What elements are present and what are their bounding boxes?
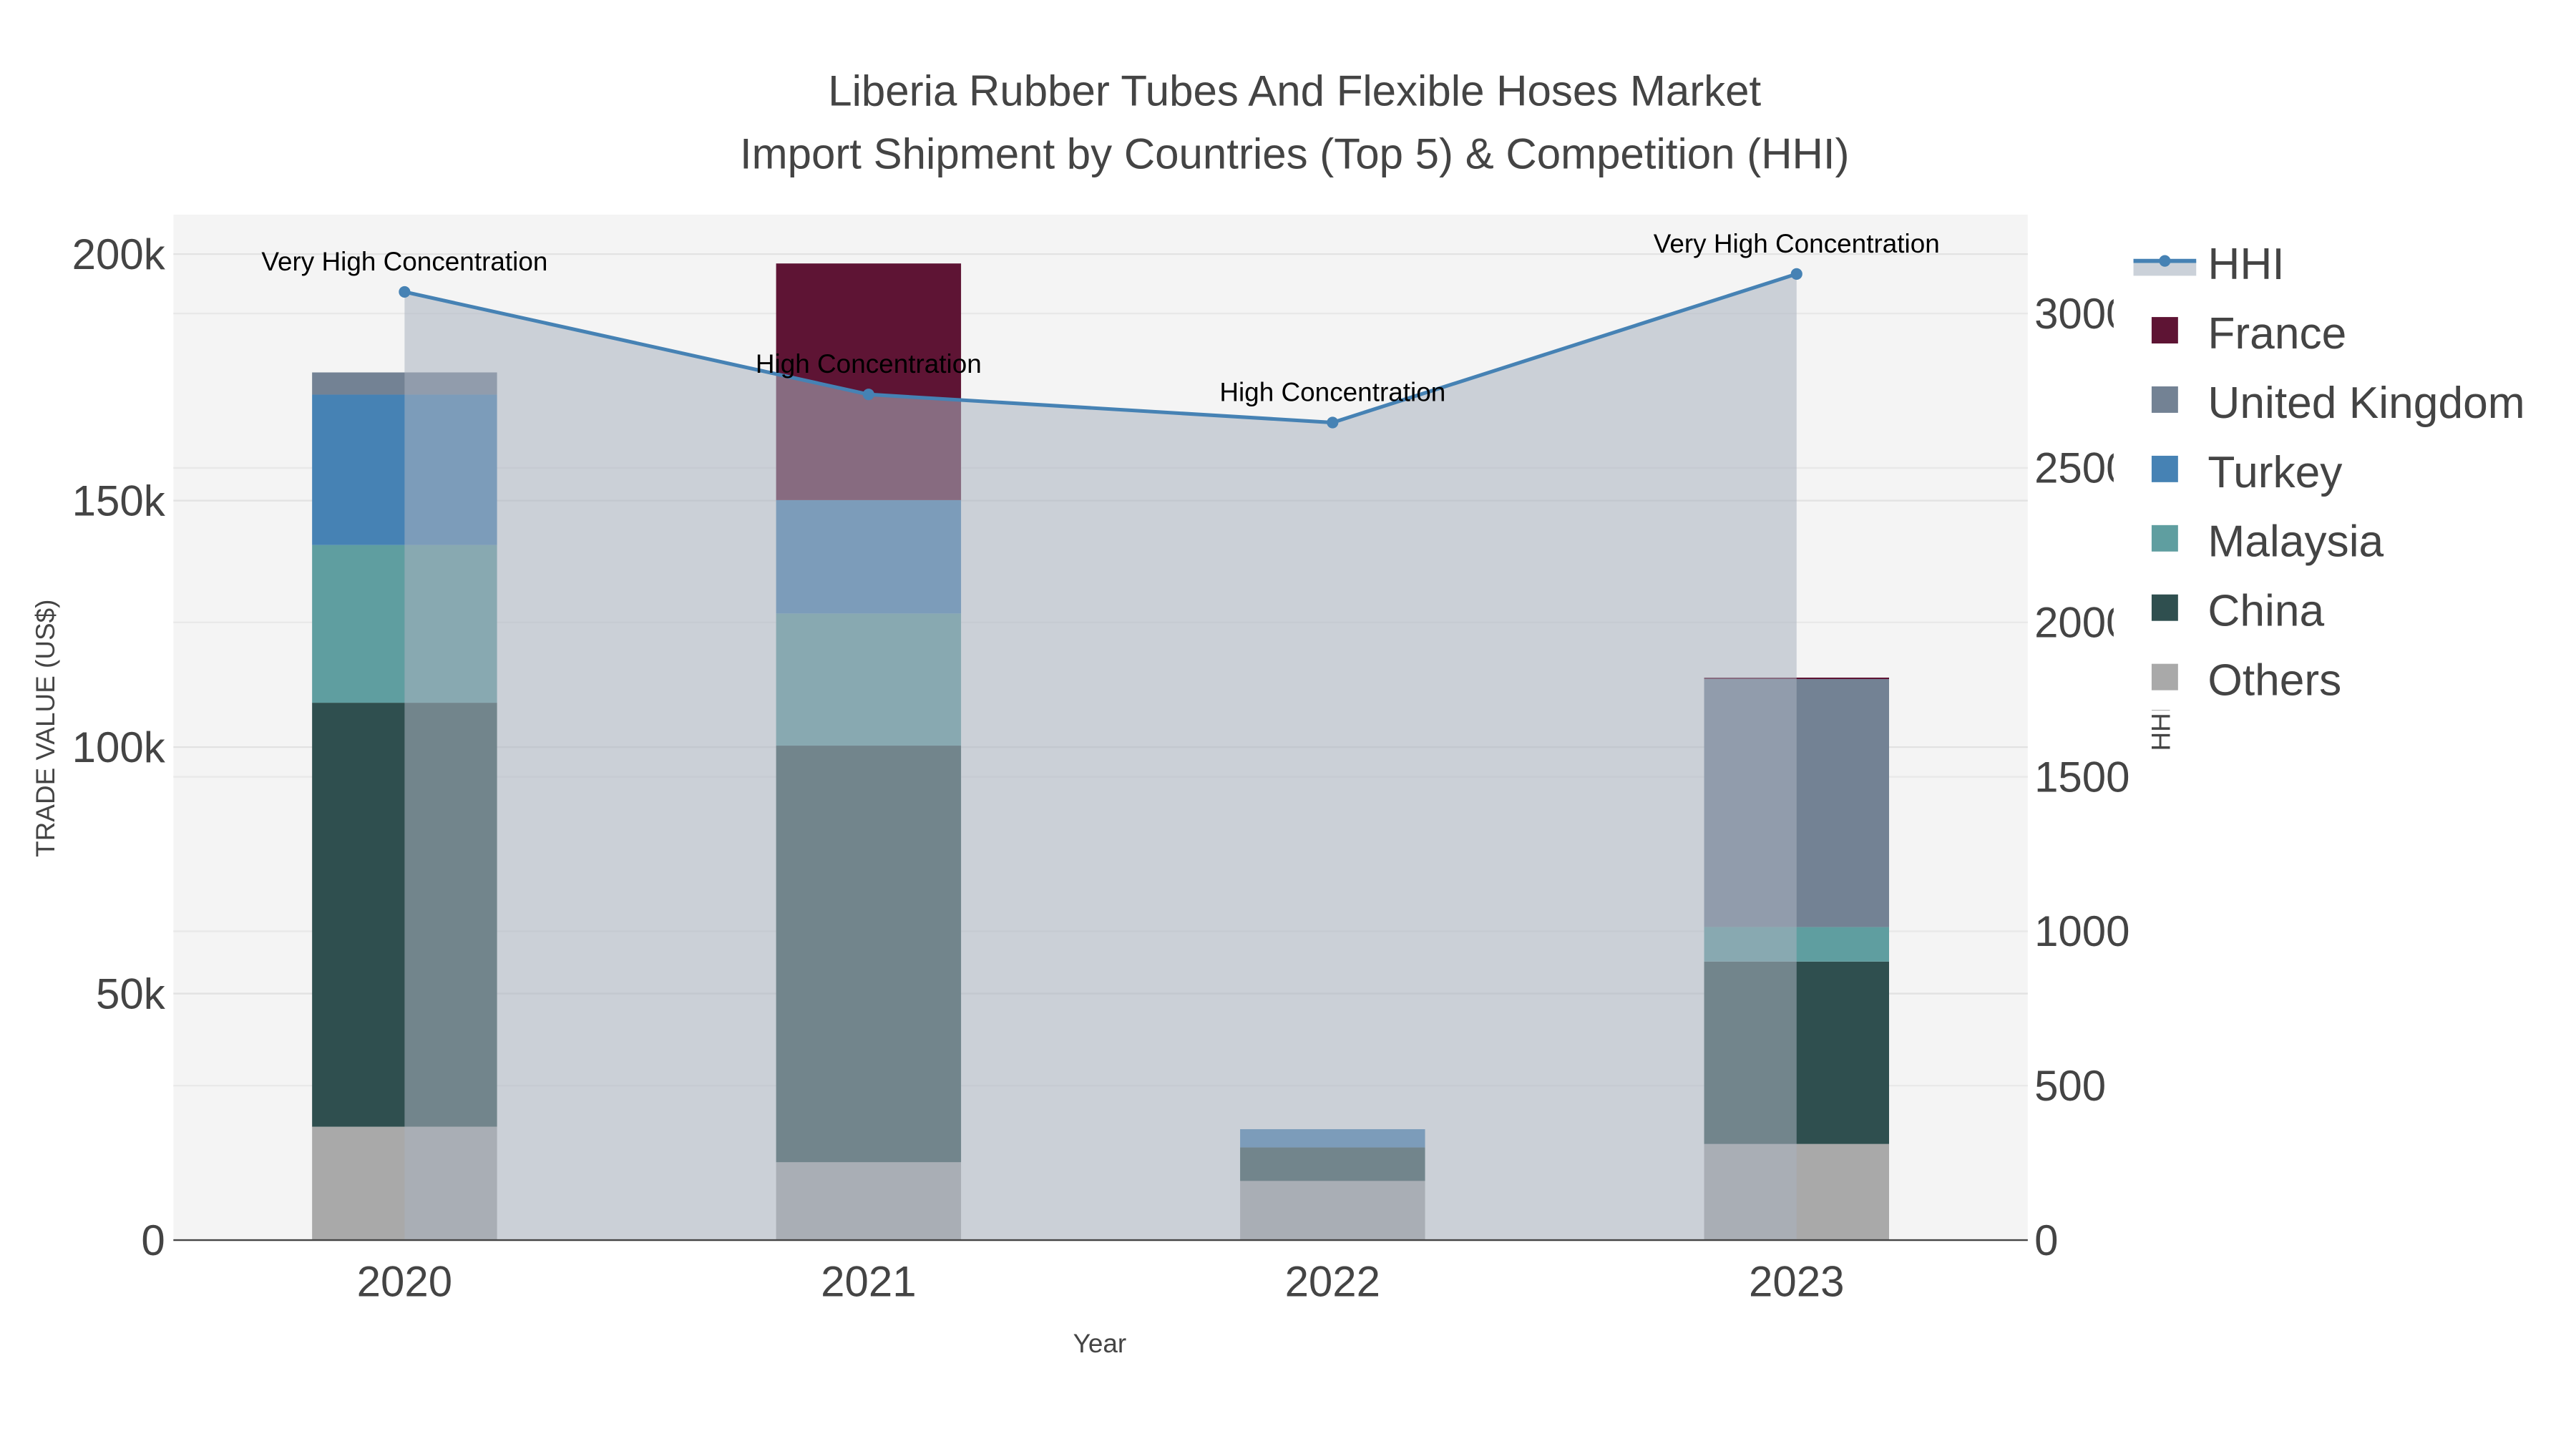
- legend-swatch-france: [2151, 317, 2178, 343]
- x-tick-label: 2023: [1749, 1258, 1844, 1306]
- x-tick-label: 2020: [357, 1258, 452, 1306]
- legend-marker-hhi: [2159, 255, 2171, 267]
- hhi-point-2020[interactable]: [399, 286, 411, 298]
- y-axis-title: TRADE VALUE (US$): [31, 600, 60, 857]
- y-tick-label: 150k: [72, 477, 166, 525]
- y2-axis-title: HHI: [2146, 706, 2175, 751]
- hhi-annotation: High Concentration: [756, 349, 982, 379]
- legend-item-united-kingdom[interactable]: United Kingdom: [2207, 379, 2524, 428]
- legend-swatch-malaysia: [2151, 525, 2178, 552]
- legend-item-others[interactable]: Others: [2207, 656, 2341, 706]
- hhi-annotation: Very High Concentration: [261, 247, 547, 276]
- y2-tick-label: 1000: [2034, 907, 2129, 955]
- x-tick-label: 2021: [821, 1258, 916, 1306]
- x-axis-title: Year: [1073, 1329, 1127, 1358]
- legend-swatch-united-kingdom: [2151, 386, 2178, 413]
- hhi-area: [404, 273, 1797, 1241]
- hhi-annotation: Very High Concentration: [1654, 229, 1940, 258]
- y2-tick-label: 1500: [2034, 753, 2129, 801]
- y-tick-label: 50k: [96, 970, 166, 1018]
- y-tick-label: 200k: [72, 230, 166, 278]
- legend-item-turkey[interactable]: Turkey: [2207, 448, 2343, 497]
- legend-swatch-others: [2151, 663, 2178, 691]
- x-tick-label: 2022: [1285, 1258, 1380, 1306]
- y2-tick-label: 500: [2034, 1062, 2106, 1110]
- legend-swatch-turkey: [2151, 455, 2178, 482]
- hhi-point-2021[interactable]: [862, 389, 874, 401]
- hhi-point-2022[interactable]: [1327, 416, 1339, 429]
- legend-item-malaysia[interactable]: Malaysia: [2207, 517, 2384, 567]
- hhi-point-2023[interactable]: [1790, 268, 1802, 280]
- chart-title: Liberia Rubber Tubes And Flexible Hoses …: [828, 67, 1761, 115]
- y-tick-label: 0: [141, 1216, 165, 1264]
- y2-tick-label: 0: [2034, 1216, 2058, 1264]
- hhi-annotation: High Concentration: [1219, 378, 1445, 407]
- y-tick-label: 100k: [72, 723, 166, 771]
- legend-item-china[interactable]: China: [2207, 587, 2324, 636]
- chart: Very High Concentration High Concentratio…: [0, 0, 2576, 1449]
- legend-swatch-china: [2151, 594, 2178, 621]
- legend-item-france[interactable]: France: [2207, 309, 2346, 358]
- legend-item-hhi[interactable]: HHI: [2207, 240, 2284, 289]
- chart-subtitle: Import Shipment by Countries (Top 5) & C…: [740, 130, 1850, 177]
